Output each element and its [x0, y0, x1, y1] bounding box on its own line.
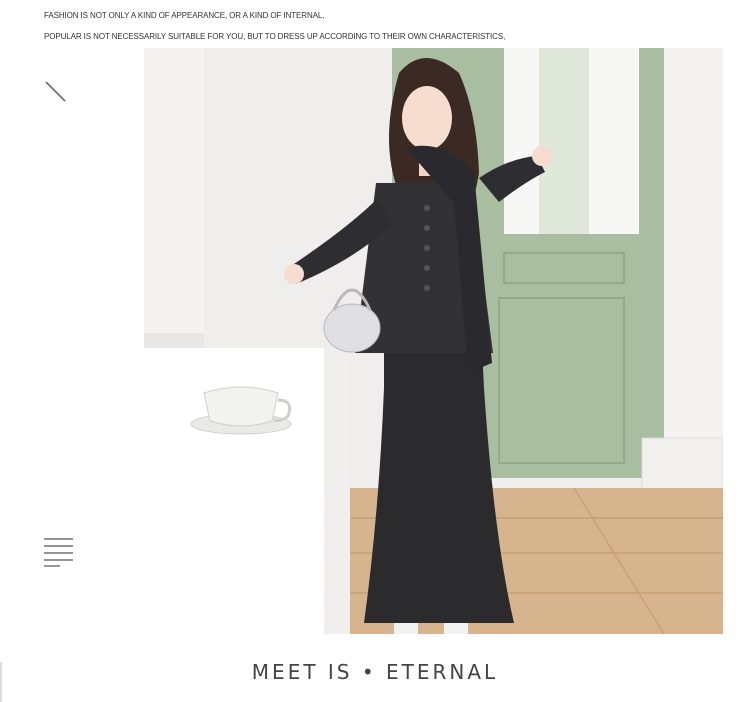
product-photo — [144, 48, 723, 634]
brand-footer: MEET IS • ETERNAL — [251, 660, 499, 684]
handbag — [323, 303, 381, 353]
product-photo-illustration — [144, 48, 723, 634]
tagline-line-2: POPULAR IS NOT NECESSARILY SUITABLE FOR … — [44, 32, 506, 41]
diagonal-line-icon — [45, 81, 66, 102]
tagline-line-1: FASHION IS NOT ONLY A KIND OF APPEARANCE… — [44, 11, 325, 20]
face — [402, 86, 452, 150]
left-edge-mark — [0, 662, 2, 702]
menu-lines-icon — [44, 538, 73, 567]
left-window — [144, 48, 204, 348]
teacup — [203, 386, 279, 427]
